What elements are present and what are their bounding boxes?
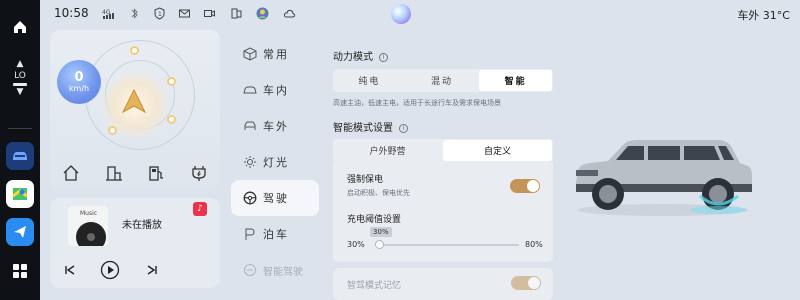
- power-mode-description: 高速主油，低速主电，适用于长途行车及需求保电场景: [333, 99, 501, 107]
- outside-temperature: 车外 31°C: [737, 9, 790, 22]
- speed-widget: 0 km/h: [50, 30, 220, 190]
- home-icon[interactable]: [0, 14, 40, 40]
- album-label: Music: [80, 210, 98, 217]
- threshold-min: 30%: [347, 240, 365, 249]
- smart-mode-memory-toggle[interactable]: [511, 276, 541, 290]
- previous-icon[interactable]: [60, 260, 80, 280]
- nav-item-smart-driving[interactable]: 智能驾驶: [231, 252, 319, 288]
- steering-wheel-icon: [243, 191, 257, 205]
- charging-shortcut-icon[interactable]: [186, 160, 212, 186]
- power-mode-title-text: 动力模式: [333, 52, 373, 63]
- quick-shortcuts: [50, 156, 220, 190]
- nav-item-label: 常用: [263, 48, 289, 61]
- radar-dot: [130, 46, 139, 55]
- threshold-title: 充电阈值设置: [347, 215, 402, 225]
- smart-mode-memory-row: 智驾模式记忆: [333, 268, 553, 300]
- chevron-down-icon[interactable]: ▼: [17, 87, 24, 97]
- message-icon: [179, 9, 190, 18]
- dock-divider: [8, 128, 32, 129]
- nav-item-label: 车外: [263, 120, 289, 133]
- light-icon: [244, 156, 256, 168]
- cube-icon: [243, 47, 257, 61]
- car-interior-icon: [243, 86, 257, 94]
- smart-mode-selector: 户外野营 自定义: [333, 139, 553, 162]
- music-widget: Music 未在播放 ♪: [50, 198, 220, 288]
- parking-icon: [245, 228, 255, 240]
- nav-item-lights[interactable]: 灯光: [231, 144, 319, 180]
- playback-status: 未在播放: [122, 220, 162, 231]
- parking-shortcut-icon[interactable]: [101, 160, 127, 186]
- navigation-arrow-icon: [121, 88, 147, 114]
- info-icon[interactable]: i: [379, 53, 388, 62]
- bluetooth-icon: [131, 8, 138, 19]
- radar-dot: [108, 126, 117, 135]
- svg-text:1: 1: [158, 11, 162, 18]
- speed-value: 0: [74, 69, 84, 85]
- smart-mode-title-text: 智能模式设置: [333, 123, 393, 134]
- driving-settings-panel: 动力模式 i 纯电 混动 智能 高速主油，低速主电，适用于长途行车及需求保电场景 …: [333, 30, 555, 300]
- threshold-max: 80%: [525, 240, 543, 249]
- smart-mode-camping[interactable]: 户外野营: [333, 139, 442, 162]
- chevron-up-icon[interactable]: ▲: [17, 59, 24, 69]
- nav-item-label: 灯光: [263, 156, 289, 169]
- album-art[interactable]: Music: [68, 206, 108, 246]
- avatar-icon: [256, 7, 269, 20]
- vehicle-illustration: [576, 140, 752, 216]
- force-save-toggle[interactable]: [510, 179, 540, 193]
- nav-item-label: 驾驶: [263, 192, 289, 205]
- fuel-shortcut-icon[interactable]: [143, 160, 169, 186]
- smart-mode-custom[interactable]: 自定义: [443, 140, 552, 161]
- next-icon[interactable]: [142, 260, 162, 280]
- shield-icon: 1: [154, 7, 165, 20]
- power-mode-smart[interactable]: 智能: [479, 70, 553, 91]
- radar-dot: [167, 115, 176, 124]
- power-mode-ev[interactable]: 纯电: [333, 69, 406, 92]
- nav-item-parking[interactable]: 泊车: [231, 216, 319, 252]
- left-dock: ▲ LO ▼: [0, 0, 40, 300]
- car-exterior-icon: [244, 121, 256, 130]
- speed-indicator: 0 km/h: [57, 60, 101, 104]
- camera-icon: [204, 10, 215, 17]
- power-mode-selector: 纯电 混动 智能: [333, 69, 553, 92]
- home-shortcut-icon[interactable]: [58, 160, 84, 186]
- hvac-level: LO: [14, 70, 26, 81]
- nav-item-label: 泊车: [263, 228, 289, 241]
- speed-unit: km/h: [68, 83, 90, 93]
- signal-4g-icon: 4G: [102, 9, 114, 19]
- smart-mode-memory-label: 智驾模式记忆: [347, 281, 402, 291]
- info-icon[interactable]: i: [399, 124, 408, 133]
- cloud-icon: [283, 9, 296, 18]
- threshold-slider-track[interactable]: [379, 244, 519, 246]
- vinyl-disc-icon: [76, 222, 106, 246]
- settings-nav: 常用 车内 车外 灯光 驾驶 泊车 智能驾驶: [231, 30, 319, 300]
- radar-dot: [167, 77, 176, 86]
- threshold-slider-handle[interactable]: [375, 240, 384, 249]
- custom-settings-panel: 强制保电 启动积极、保电优先 充电阈值设置 30% 30% 80%: [333, 162, 553, 262]
- threshold-value-tooltip: 30%: [370, 227, 392, 237]
- app-grid-icon[interactable]: [0, 260, 40, 282]
- nav-item-driving[interactable]: 驾驶: [231, 180, 319, 216]
- play-icon[interactable]: [100, 260, 120, 280]
- nav-item-label: 智能驾驶: [263, 266, 303, 278]
- force-save-description: 启动积极、保电优先: [347, 189, 410, 197]
- nav-item-exterior[interactable]: 车外: [231, 108, 319, 144]
- hvac-level-bar: [13, 82, 27, 86]
- clock: 10:58: [54, 6, 89, 20]
- nav-item-interior[interactable]: 车内: [231, 72, 319, 108]
- vehicle-app-icon[interactable]: [6, 142, 34, 170]
- nav-item-common[interactable]: 常用: [231, 36, 319, 72]
- status-bar: 10:58 4G 1 车外 31°C: [40, 0, 800, 28]
- send-app-icon[interactable]: [6, 218, 34, 246]
- power-mode-title: 动力模式 i: [333, 48, 388, 63]
- nav-item-label: 车内: [263, 84, 289, 97]
- power-mode-hybrid[interactable]: 混动: [406, 69, 479, 92]
- force-save-title: 强制保电: [347, 175, 384, 185]
- voice-assistant-orb[interactable]: [391, 4, 411, 24]
- phone-link-icon: [231, 8, 242, 19]
- maps-app-icon[interactable]: [6, 180, 34, 208]
- climate-control[interactable]: ▲ LO ▼: [0, 56, 40, 100]
- smart-drive-icon: [244, 264, 256, 276]
- music-app-icon[interactable]: ♪: [193, 202, 207, 216]
- smart-mode-title: 智能模式设置 i: [333, 119, 408, 134]
